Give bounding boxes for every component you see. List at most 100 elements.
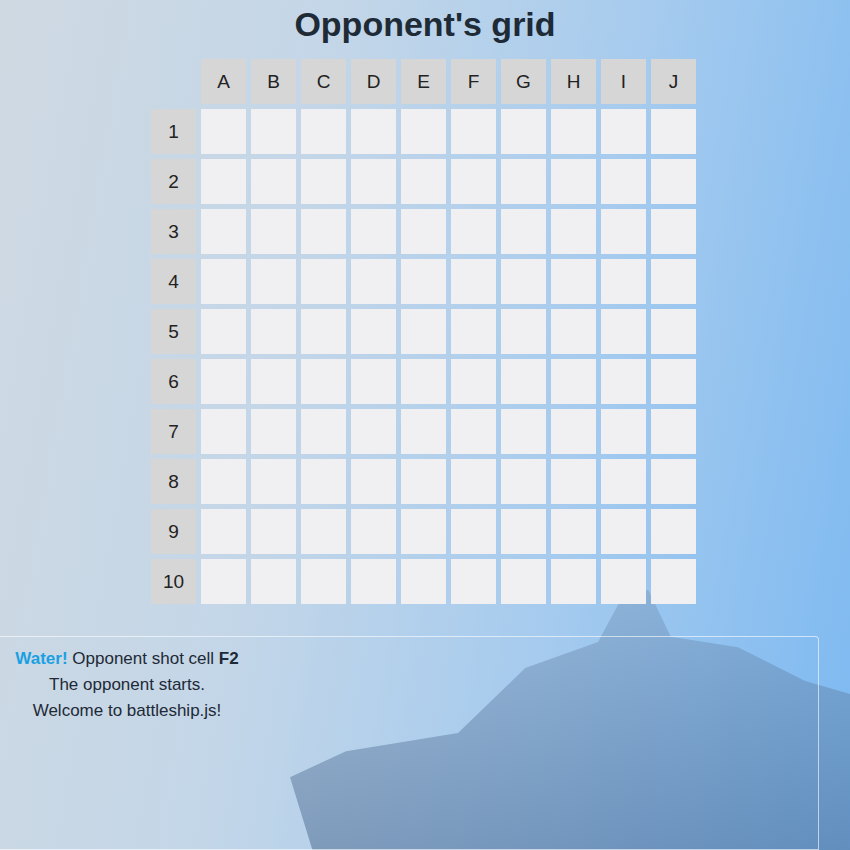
grid-cell[interactable] <box>551 159 596 204</box>
grid-cell[interactable] <box>501 109 546 154</box>
grid-cell[interactable] <box>301 159 346 204</box>
grid-cell[interactable] <box>351 509 396 554</box>
grid-cell[interactable] <box>251 559 296 604</box>
grid-cell[interactable] <box>651 509 696 554</box>
grid-cell[interactable] <box>351 409 396 454</box>
grid-cell[interactable] <box>451 159 496 204</box>
grid-cell[interactable] <box>501 259 546 304</box>
grid-cell[interactable] <box>201 559 246 604</box>
grid-cell[interactable] <box>651 259 696 304</box>
grid-cell[interactable] <box>201 509 246 554</box>
grid-cell[interactable] <box>651 159 696 204</box>
grid-cell[interactable] <box>451 209 496 254</box>
grid-cell[interactable] <box>251 409 296 454</box>
grid-cell[interactable] <box>601 509 646 554</box>
grid-cell[interactable] <box>501 459 546 504</box>
grid-cell[interactable] <box>551 309 596 354</box>
grid-cell[interactable] <box>251 309 296 354</box>
grid-cell[interactable] <box>301 309 346 354</box>
grid-cell[interactable] <box>451 359 496 404</box>
grid-cell[interactable] <box>201 409 246 454</box>
grid-cell[interactable] <box>651 559 696 604</box>
grid-cell[interactable] <box>401 359 446 404</box>
grid-cell[interactable] <box>251 459 296 504</box>
grid-cell[interactable] <box>301 459 346 504</box>
grid-cell[interactable] <box>651 409 696 454</box>
grid-cell[interactable] <box>301 109 346 154</box>
grid-cell[interactable] <box>601 559 646 604</box>
grid-cell[interactable] <box>601 409 646 454</box>
grid-cell[interactable] <box>601 259 646 304</box>
grid-cell[interactable] <box>501 409 546 454</box>
grid-cell[interactable] <box>551 109 596 154</box>
grid-cell[interactable] <box>551 359 596 404</box>
grid-cell[interactable] <box>501 509 546 554</box>
grid-cell[interactable] <box>551 509 596 554</box>
grid-cell[interactable] <box>201 109 246 154</box>
grid-cell[interactable] <box>251 359 296 404</box>
grid-cell[interactable] <box>201 159 246 204</box>
grid-cell[interactable] <box>201 259 246 304</box>
grid-cell[interactable] <box>401 209 446 254</box>
grid-cell[interactable] <box>601 359 646 404</box>
grid-cell[interactable] <box>401 459 446 504</box>
grid-cell[interactable] <box>351 559 396 604</box>
grid-cell[interactable] <box>351 259 396 304</box>
grid-cell[interactable] <box>401 559 446 604</box>
grid-cell[interactable] <box>351 309 396 354</box>
grid-cell[interactable] <box>401 259 446 304</box>
grid-cell[interactable] <box>401 409 446 454</box>
grid-cell[interactable] <box>301 209 346 254</box>
grid-cell[interactable] <box>451 409 496 454</box>
grid-cell[interactable] <box>301 359 346 404</box>
grid-cell[interactable] <box>451 259 496 304</box>
grid-cell[interactable] <box>601 209 646 254</box>
grid-cell[interactable] <box>351 359 396 404</box>
grid-cell[interactable] <box>201 359 246 404</box>
grid-cell[interactable] <box>601 159 646 204</box>
grid-cell[interactable] <box>451 559 496 604</box>
grid-cell[interactable] <box>351 209 396 254</box>
grid-cell[interactable] <box>451 459 496 504</box>
grid-cell[interactable] <box>651 309 696 354</box>
grid-cell[interactable] <box>651 209 696 254</box>
grid-cell[interactable] <box>601 309 646 354</box>
grid-cell[interactable] <box>251 159 296 204</box>
grid-cell[interactable] <box>251 509 296 554</box>
grid-cell[interactable] <box>401 309 446 354</box>
grid-cell[interactable] <box>601 459 646 504</box>
grid-cell[interactable] <box>551 459 596 504</box>
grid-cell[interactable] <box>301 259 346 304</box>
grid-cell[interactable] <box>651 109 696 154</box>
grid-cell[interactable] <box>501 559 546 604</box>
grid-cell[interactable] <box>651 359 696 404</box>
grid-cell[interactable] <box>451 109 496 154</box>
grid-cell[interactable] <box>451 509 496 554</box>
grid-cell[interactable] <box>301 409 346 454</box>
grid-cell[interactable] <box>501 359 546 404</box>
grid-cell[interactable] <box>601 109 646 154</box>
grid-cell[interactable] <box>201 459 246 504</box>
grid-cell[interactable] <box>251 259 296 304</box>
grid-cell[interactable] <box>251 109 296 154</box>
grid-cell[interactable] <box>351 459 396 504</box>
grid-cell[interactable] <box>401 109 446 154</box>
grid-cell[interactable] <box>351 109 396 154</box>
grid-cell[interactable] <box>201 309 246 354</box>
grid-cell[interactable] <box>301 559 346 604</box>
grid-cell[interactable] <box>501 159 546 204</box>
grid-cell[interactable] <box>551 259 596 304</box>
grid-cell[interactable] <box>451 309 496 354</box>
grid-cell[interactable] <box>551 209 596 254</box>
grid-cell[interactable] <box>201 209 246 254</box>
grid-cell[interactable] <box>301 509 346 554</box>
grid-cell[interactable] <box>251 209 296 254</box>
grid-cell[interactable] <box>501 309 546 354</box>
grid-cell[interactable] <box>401 159 446 204</box>
grid-cell[interactable] <box>351 159 396 204</box>
grid-cell[interactable] <box>651 459 696 504</box>
grid-cell[interactable] <box>551 559 596 604</box>
grid-cell[interactable] <box>551 409 596 454</box>
grid-cell[interactable] <box>501 209 546 254</box>
grid-cell[interactable] <box>401 509 446 554</box>
